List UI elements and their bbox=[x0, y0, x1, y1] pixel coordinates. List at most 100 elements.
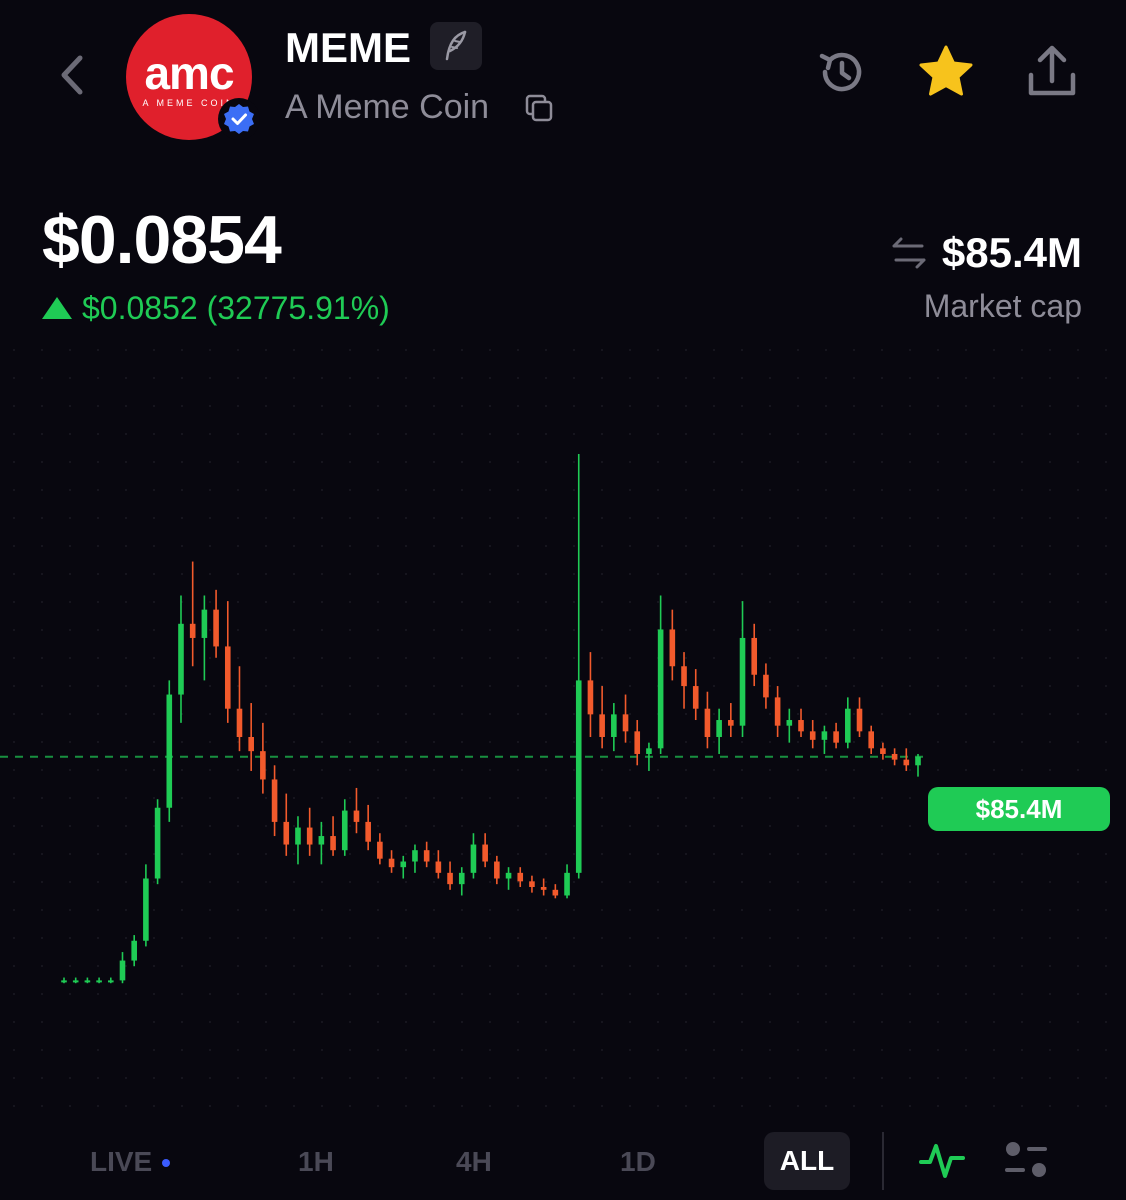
settings-toggle[interactable] bbox=[1000, 1134, 1052, 1186]
grid-dot bbox=[265, 629, 267, 631]
grid-dot bbox=[1049, 965, 1051, 967]
market-cap-toggle[interactable]: $85.4M bbox=[890, 226, 1082, 280]
grid-dot bbox=[293, 405, 295, 407]
candle-body bbox=[891, 753, 898, 760]
grid-dot bbox=[965, 685, 967, 687]
tab-1d[interactable]: 1D bbox=[620, 1136, 656, 1188]
grid-dot bbox=[545, 433, 547, 435]
grid-dot bbox=[1021, 1077, 1023, 1079]
grid-dot bbox=[293, 657, 295, 659]
grid-dot bbox=[1021, 1049, 1023, 1051]
edit-button[interactable] bbox=[430, 22, 482, 70]
grid-dot bbox=[461, 349, 463, 351]
grid-dot bbox=[629, 909, 631, 911]
grid-dot bbox=[573, 853, 575, 855]
grid-dot bbox=[69, 433, 71, 435]
grid-dot bbox=[181, 881, 183, 883]
candle-body bbox=[283, 821, 290, 845]
grid-dot bbox=[993, 657, 995, 659]
grid-dot bbox=[125, 601, 127, 603]
grid-dot bbox=[741, 573, 743, 575]
grid-dot bbox=[13, 349, 15, 351]
grid-dot bbox=[797, 1105, 799, 1107]
verified-badge bbox=[218, 98, 260, 140]
candle-body bbox=[458, 872, 465, 885]
grid-dot bbox=[629, 1021, 631, 1023]
candle-body bbox=[657, 629, 664, 749]
grid-dot bbox=[433, 797, 435, 799]
grid-dot bbox=[13, 853, 15, 855]
grid-dot bbox=[461, 461, 463, 463]
grid-dot bbox=[1021, 349, 1023, 351]
grid-dot bbox=[853, 993, 855, 995]
tab-1h[interactable]: 1H bbox=[298, 1136, 334, 1188]
chart-grid bbox=[13, 349, 1107, 1107]
copy-button[interactable] bbox=[523, 92, 555, 124]
grid-dot bbox=[265, 1105, 267, 1107]
grid-dot bbox=[601, 881, 603, 883]
grid-dot bbox=[1077, 769, 1079, 771]
grid-dot bbox=[293, 937, 295, 939]
grid-dot bbox=[993, 601, 995, 603]
star-icon bbox=[919, 45, 973, 96]
grid-dot bbox=[1021, 769, 1023, 771]
grid-dot bbox=[825, 545, 827, 547]
grid-dot bbox=[881, 573, 883, 575]
grid-dot bbox=[97, 601, 99, 603]
grid-dot bbox=[1049, 433, 1051, 435]
grid-dot bbox=[321, 405, 323, 407]
grid-dot bbox=[181, 517, 183, 519]
candle-body bbox=[377, 841, 383, 859]
favorite-button[interactable] bbox=[916, 42, 976, 102]
grid-dot bbox=[713, 993, 715, 995]
grid-dot bbox=[1049, 545, 1051, 547]
grid-dot bbox=[601, 405, 603, 407]
grid-dot bbox=[769, 909, 771, 911]
candle-body bbox=[271, 779, 278, 822]
grid-dot bbox=[209, 433, 211, 435]
grid-dot bbox=[1105, 713, 1107, 715]
grid-dot bbox=[461, 685, 463, 687]
grid-dot bbox=[1105, 1105, 1107, 1107]
grid-dot bbox=[321, 545, 323, 547]
grid-dot bbox=[517, 517, 519, 519]
grid-dot bbox=[797, 685, 799, 687]
grid-dot bbox=[601, 377, 603, 379]
grid-dot bbox=[181, 853, 183, 855]
grid-dot bbox=[741, 349, 743, 351]
share-button[interactable] bbox=[1022, 42, 1082, 102]
grid-dot bbox=[601, 937, 603, 939]
grid-dot bbox=[573, 881, 575, 883]
grid-dot bbox=[769, 713, 771, 715]
tab-live[interactable]: LIVE bbox=[90, 1136, 171, 1188]
back-button[interactable] bbox=[50, 50, 94, 100]
candle-body bbox=[669, 629, 676, 667]
history-button[interactable] bbox=[812, 42, 872, 102]
grid-dot bbox=[769, 1105, 771, 1107]
grid-dot bbox=[1105, 573, 1107, 575]
grid-dot bbox=[545, 657, 547, 659]
grid-dot bbox=[237, 349, 239, 351]
tab-4h[interactable]: 4H bbox=[456, 1136, 492, 1188]
grid-dot bbox=[825, 377, 827, 379]
grid-dot bbox=[825, 965, 827, 967]
grid-dot bbox=[489, 1077, 491, 1079]
price-chart[interactable] bbox=[0, 340, 1126, 1110]
grid-dot bbox=[741, 993, 743, 995]
grid-dot bbox=[153, 937, 155, 939]
grid-dot bbox=[489, 377, 491, 379]
grid-dot bbox=[181, 1105, 183, 1107]
grid-dot bbox=[265, 377, 267, 379]
grid-dot bbox=[629, 461, 631, 463]
candle-body bbox=[739, 637, 746, 726]
grid-dot bbox=[461, 573, 463, 575]
line-chart-toggle[interactable] bbox=[916, 1134, 968, 1186]
grid-dot bbox=[125, 405, 127, 407]
grid-dot bbox=[237, 769, 239, 771]
grid-dot bbox=[125, 685, 127, 687]
candle-body bbox=[646, 748, 652, 754]
grid-dot bbox=[377, 1105, 379, 1107]
grid-dot bbox=[1105, 433, 1107, 435]
tab-all[interactable]: ALL bbox=[764, 1132, 850, 1190]
grid-dot bbox=[41, 1021, 43, 1023]
